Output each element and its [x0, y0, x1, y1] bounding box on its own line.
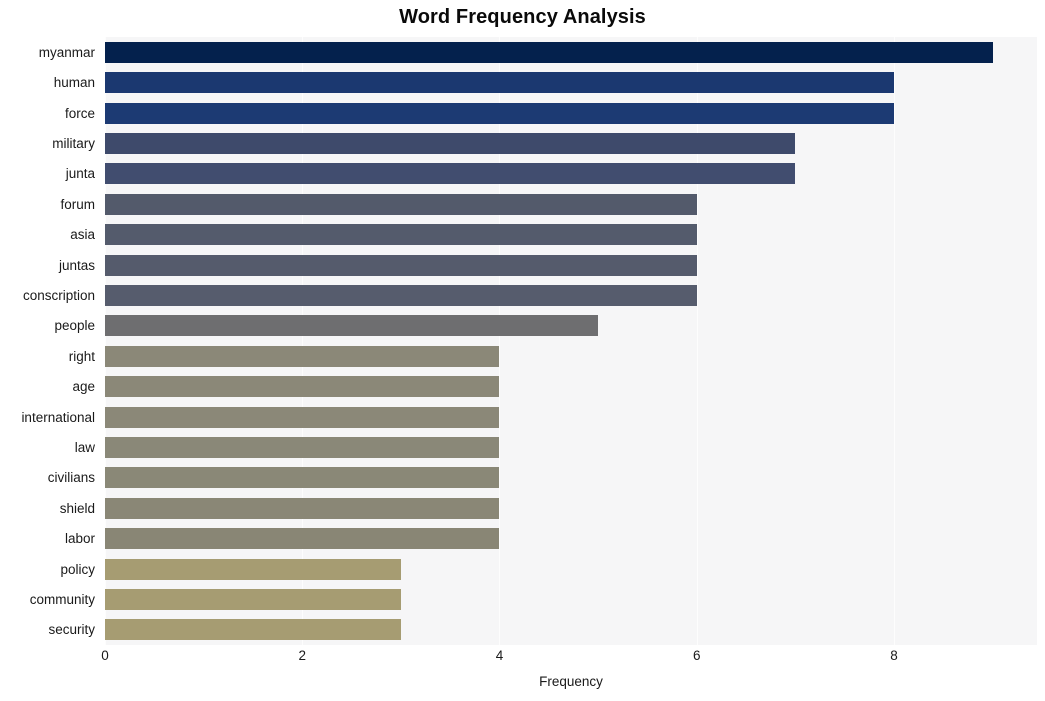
chart-title: Word Frequency Analysis [399, 6, 646, 28]
y-tick-label: military [52, 135, 95, 151]
bar[interactable] [105, 224, 697, 246]
y-tick-label: people [54, 318, 95, 334]
y-tick-label: shield [59, 500, 95, 516]
y-tick-label: junta [65, 166, 95, 182]
bar[interactable] [105, 72, 894, 94]
y-tick-label: community [29, 591, 95, 607]
y-tick-label: security [48, 622, 95, 638]
bar[interactable] [105, 41, 993, 63]
y-tick-label: international [21, 409, 95, 425]
x-axis: 0 2 4 6 8 [0, 648, 1045, 670]
bar[interactable] [105, 497, 500, 519]
y-tick-label: law [74, 439, 95, 455]
y-tick-label: civilians [47, 470, 95, 486]
y-tick-label: human [53, 75, 95, 91]
bar[interactable] [105, 436, 500, 458]
y-tick-label: labor [64, 531, 95, 547]
bar[interactable] [105, 254, 697, 276]
x-tick-label: 6 [692, 648, 701, 663]
bar[interactable] [105, 376, 500, 398]
y-tick-label: forum [60, 196, 95, 212]
y-tick-label: myanmar [38, 44, 95, 60]
y-tick-label: right [68, 348, 95, 364]
x-tick-label: 2 [298, 648, 306, 663]
y-tick-label: age [72, 379, 95, 395]
bar[interactable] [105, 163, 796, 185]
y-tick-label: asia [70, 227, 95, 243]
bar[interactable] [105, 193, 697, 215]
x-tick-label: 8 [890, 648, 898, 663]
bar[interactable] [105, 284, 697, 306]
y-tick-label: force [64, 105, 95, 121]
bar[interactable] [105, 132, 796, 154]
x-tick-label: 4 [495, 648, 504, 663]
plot-area [105, 37, 1037, 645]
gridline-x-6 [696, 37, 698, 645]
bar[interactable] [105, 528, 500, 550]
y-tick-label: juntas [58, 257, 95, 273]
bar[interactable] [105, 315, 599, 337]
x-tick-label: 0 [101, 648, 109, 663]
gridline-x-2 [302, 37, 304, 645]
bar[interactable] [105, 619, 401, 641]
y-axis: myanmar human force military junta forum asia j… [0, 37, 100, 645]
word-frequency-chart: Word Frequency Analysis myanmar human forc… [0, 0, 1045, 701]
bar[interactable] [105, 345, 500, 367]
y-tick-label: conscription [22, 287, 95, 303]
bar[interactable] [105, 588, 401, 610]
y-tick-label: policy [60, 561, 95, 577]
gridline-x-8 [893, 37, 895, 645]
bar[interactable] [105, 406, 500, 428]
bar[interactable] [105, 558, 401, 580]
gridline-x-4 [499, 37, 501, 645]
bar[interactable] [105, 102, 894, 124]
bar[interactable] [105, 467, 500, 489]
gridline-x-0 [105, 37, 106, 645]
x-axis-title: Frequency [539, 674, 603, 689]
